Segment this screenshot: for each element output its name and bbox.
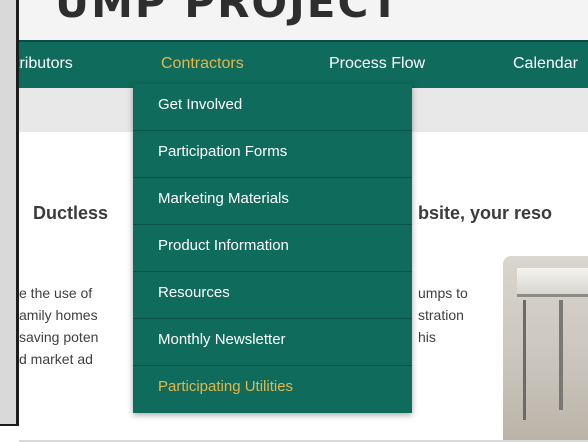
photo-detail	[559, 300, 563, 410]
menu-item-get-involved[interactable]: Get Involved	[133, 84, 412, 131]
menu-item-label: Get Involved	[158, 96, 243, 113]
nav-item-contractors[interactable]: Contractors	[161, 55, 244, 73]
page-heading-right: bsite, your reso	[418, 203, 553, 223]
menu-item-participation-forms[interactable]: Participation Forms	[133, 131, 412, 178]
nav-item-calendar[interactable]: Calendar	[513, 55, 578, 73]
body-text-left-3: saving poten	[19, 329, 99, 345]
body-text-left-1: e the use of	[19, 285, 93, 301]
body-text-left-2: amily homes	[19, 307, 98, 323]
body-text-right-3: his	[418, 329, 436, 345]
menu-item-label: Participating Utilities	[158, 378, 294, 395]
menu-item-label: Participation Forms	[158, 143, 288, 160]
main-navbar: tributors Contractors Process Flow Calen…	[19, 40, 588, 90]
body-text-right-1: umps to	[418, 285, 468, 301]
photo-detail	[523, 300, 526, 420]
menu-item-monthly-newsletter[interactable]: Monthly Newsletter	[133, 319, 412, 366]
page-heading-left: Ductless	[33, 203, 109, 223]
menu-item-participating-utilities[interactable]: Participating Utilities	[133, 366, 412, 412]
menu-item-label: Monthly Newsletter	[158, 331, 286, 348]
site-banner: UMP PROJECT	[19, 0, 588, 40]
menu-item-marketing-materials[interactable]: Marketing Materials	[133, 178, 412, 225]
site-title: UMP PROJECT	[55, 0, 401, 27]
menu-item-resources[interactable]: Resources	[133, 272, 412, 319]
contractors-dropdown-menu: Get Involved Participation Forms Marketi…	[133, 84, 412, 413]
heat-pump-photo	[503, 256, 588, 440]
body-text-left-4: d market ad	[19, 351, 93, 367]
menu-item-label: Marketing Materials	[158, 190, 289, 207]
nav-item-process-flow[interactable]: Process Flow	[329, 55, 425, 73]
outer-window-edge	[0, 424, 19, 442]
menu-item-label: Resources	[158, 284, 230, 301]
nav-item-distributors[interactable]: tributors	[19, 55, 73, 73]
indoor-unit-shape	[517, 268, 588, 297]
menu-item-label: Product Information	[158, 237, 289, 254]
menu-item-product-information[interactable]: Product Information	[133, 225, 412, 272]
body-text-right-2: stration	[418, 307, 464, 323]
